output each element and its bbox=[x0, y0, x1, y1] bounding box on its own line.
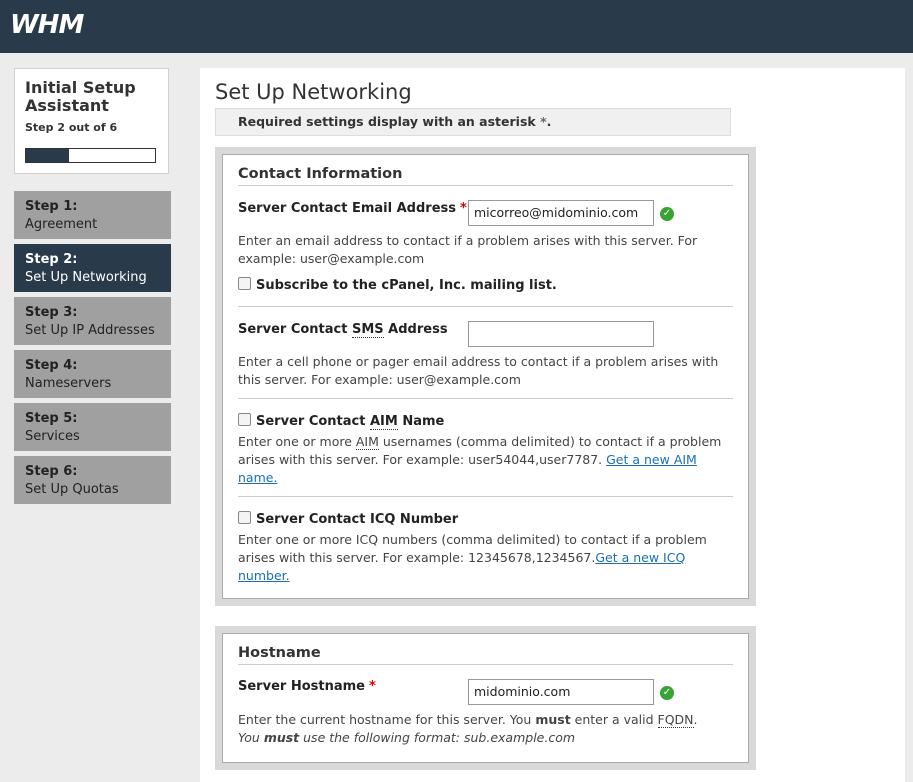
step-5-services[interactable]: Step 5: Services bbox=[14, 403, 171, 451]
step-number: Step 2: bbox=[25, 252, 78, 267]
icq-label[interactable]: Server Contact ICQ Number bbox=[256, 512, 458, 527]
hostname-desc-mid: enter a valid bbox=[570, 712, 658, 727]
sms-field-group: Server Contact SMS Address Enter a cell … bbox=[238, 307, 733, 399]
whm-logo[interactable]: WHM bbox=[10, 10, 84, 40]
fqdn-abbr: FQDN bbox=[657, 712, 694, 728]
hostname-format-note: You must use the following format: sub.e… bbox=[238, 730, 575, 745]
step-number: Step 4: bbox=[25, 358, 78, 373]
step-label: Services bbox=[25, 429, 80, 444]
hostname-description: Enter the current hostname for this serv… bbox=[238, 711, 733, 747]
aim-description: Enter one or more AIM usernames (comma d… bbox=[238, 433, 728, 487]
format-note-must: must bbox=[263, 730, 300, 745]
steps-nav: Step 1: Agreement Step 2: Set Up Network… bbox=[14, 191, 171, 509]
sms-label-post: Address bbox=[383, 322, 448, 337]
email-description: Enter an email address to contact if a p… bbox=[238, 233, 698, 266]
subscribe-label[interactable]: Subscribe to the cPanel, Inc. mailing li… bbox=[256, 278, 557, 293]
sms-input[interactable] bbox=[468, 321, 654, 347]
step-number: Step 6: bbox=[25, 464, 78, 479]
icq-checkbox[interactable] bbox=[238, 511, 251, 524]
step-number: Step 3: bbox=[25, 305, 78, 320]
email-input[interactable]: micorreo@midominio.com bbox=[468, 200, 654, 226]
step-label: Set Up Quotas bbox=[25, 482, 119, 497]
aim-abbr: AIM bbox=[369, 414, 398, 430]
aim-label-post[interactable]: Name bbox=[398, 414, 444, 429]
required-asterisk: * bbox=[460, 201, 467, 216]
hostname-label: Server Hostname * bbox=[238, 679, 376, 694]
step-2-networking[interactable]: Step 2: Set Up Networking bbox=[14, 244, 171, 292]
sms-description: Enter a cell phone or pager email addres… bbox=[238, 354, 719, 387]
setup-assistant-card: Initial Setup Assistant Step 2 out of 6 bbox=[14, 68, 169, 174]
contact-panel: Contact Information Server Contact Email… bbox=[222, 154, 749, 599]
setup-step-count: Step 2 out of 6 bbox=[25, 121, 118, 134]
hostname-panel: Hostname Server Hostname * midominio.com … bbox=[222, 633, 749, 763]
step-label: Nameservers bbox=[25, 376, 112, 391]
setup-progress-fill bbox=[26, 149, 69, 162]
setup-title: Initial Setup Assistant bbox=[25, 78, 136, 115]
subscribe-checkbox[interactable] bbox=[238, 277, 251, 290]
page-title: Set Up Networking bbox=[215, 80, 412, 104]
valid-check-icon: ✓ bbox=[660, 207, 674, 221]
icq-description: Enter one or more ICQ numbers (comma del… bbox=[238, 531, 728, 585]
email-label-text: Server Contact Email Address bbox=[238, 201, 456, 216]
step-number: Step 5: bbox=[25, 411, 78, 426]
hostname-input[interactable]: midominio.com bbox=[468, 679, 654, 705]
step-label: Set Up Networking bbox=[25, 270, 147, 285]
required-notice: Required settings display with an asteri… bbox=[215, 108, 731, 136]
aim-option: Server Contact AIM Name bbox=[238, 413, 444, 430]
valid-check-icon: ✓ bbox=[660, 686, 674, 700]
hostname-label-text: Server Hostname bbox=[238, 679, 365, 694]
step-label: Set Up IP Addresses bbox=[25, 323, 155, 338]
format-note-post: use the following format: sub.example.co… bbox=[299, 730, 576, 745]
aim-checkbox[interactable] bbox=[238, 413, 251, 426]
aim-field-group: Server Contact AIM Name Enter one or mor… bbox=[238, 399, 733, 497]
subscribe-option: Subscribe to the cPanel, Inc. mailing li… bbox=[238, 277, 557, 293]
step-4-nameservers[interactable]: Step 4: Nameservers bbox=[14, 350, 171, 398]
contact-heading: Contact Information bbox=[238, 155, 733, 186]
hostname-desc-pre: Enter the current hostname for this serv… bbox=[238, 712, 536, 727]
sms-label-pre: Server Contact bbox=[238, 322, 352, 337]
notice-period: . bbox=[546, 114, 552, 129]
hostname-desc-must: must bbox=[535, 712, 571, 727]
step-1-agreement[interactable]: Step 1: Agreement bbox=[14, 191, 171, 239]
setup-progress-bar bbox=[25, 148, 156, 163]
notice-text: Required settings display with an asteri… bbox=[238, 114, 536, 129]
step-number: Step 1: bbox=[25, 199, 78, 214]
contact-panel-frame: Contact Information Server Contact Email… bbox=[215, 147, 756, 606]
step-3-ip-addresses[interactable]: Step 3: Set Up IP Addresses bbox=[14, 297, 171, 345]
aim-label-pre[interactable]: Server Contact bbox=[256, 414, 370, 429]
aim-desc-pre: Enter one or more bbox=[238, 434, 356, 449]
required-asterisk: * bbox=[368, 679, 376, 694]
hostname-heading: Hostname bbox=[238, 634, 733, 665]
email-label: Server Contact Email Address * bbox=[238, 201, 467, 216]
aim-desc-abbr: AIM bbox=[355, 434, 379, 450]
sms-abbr: SMS bbox=[351, 322, 384, 338]
sms-label: Server Contact SMS Address bbox=[238, 322, 448, 338]
hostname-panel-frame: Hostname Server Hostname * midominio.com … bbox=[215, 626, 756, 770]
icq-option: Server Contact ICQ Number bbox=[238, 511, 458, 527]
step-label: Agreement bbox=[25, 217, 98, 232]
step-6-quotas[interactable]: Step 6: Set Up Quotas bbox=[14, 456, 171, 504]
hostname-desc-end: . bbox=[693, 712, 698, 727]
main-content: Set Up Networking Required settings disp… bbox=[200, 68, 905, 782]
hostname-field-group: Server Hostname * midominio.com ✓ Enter t… bbox=[238, 665, 733, 760]
top-bar: WHM bbox=[0, 0, 913, 53]
email-field-group: Server Contact Email Address * micorreo@m… bbox=[238, 186, 733, 307]
icq-field-group: Server Contact ICQ Number Enter one or m… bbox=[238, 497, 733, 589]
format-note-pre: You bbox=[238, 730, 264, 745]
